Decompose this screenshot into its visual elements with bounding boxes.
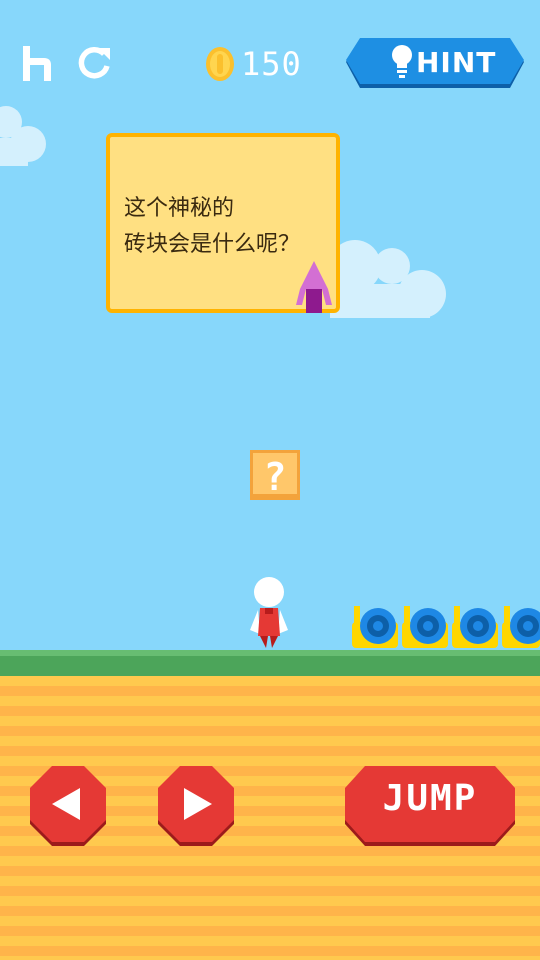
restart-icon bbox=[78, 47, 110, 79]
coin-counter: 150 bbox=[205, 44, 302, 84]
restart-button[interactable] bbox=[76, 44, 114, 82]
player-character bbox=[250, 577, 288, 648]
snail-enemy bbox=[452, 606, 498, 648]
snail-enemy bbox=[402, 606, 448, 648]
move-right-button[interactable] bbox=[158, 766, 234, 846]
wizard-icon bbox=[296, 261, 332, 313]
mystery-block[interactable]: ? bbox=[250, 450, 300, 500]
move-left-button[interactable] bbox=[30, 766, 106, 846]
snail-enemy bbox=[352, 606, 398, 648]
grass-ground bbox=[0, 650, 540, 676]
coin-icon bbox=[206, 47, 234, 81]
question-mark: ? bbox=[264, 455, 287, 499]
coin-count: 150 bbox=[241, 45, 302, 83]
left-button-shape bbox=[30, 766, 106, 846]
lightbulb-icon bbox=[392, 45, 412, 78]
wizard-dialog: 这个神秘的 砖块会是什么呢？ bbox=[106, 133, 340, 313]
right-button-shape bbox=[158, 766, 234, 846]
hint-label: HINT bbox=[416, 46, 497, 79]
cloud-right bbox=[330, 240, 446, 318]
home-icon bbox=[23, 46, 51, 81]
cloud-left bbox=[0, 106, 46, 166]
jump-button[interactable]: JUMP bbox=[345, 766, 515, 846]
question-block-icon: ? bbox=[250, 450, 300, 500]
hint-button[interactable]: HINT bbox=[344, 38, 526, 90]
snail-enemy bbox=[502, 606, 540, 648]
dialog-text: 这个神秘的 砖块会是什么呢？ bbox=[124, 196, 301, 257]
jump-label: JUMP bbox=[382, 778, 478, 819]
home-button[interactable] bbox=[20, 44, 54, 82]
